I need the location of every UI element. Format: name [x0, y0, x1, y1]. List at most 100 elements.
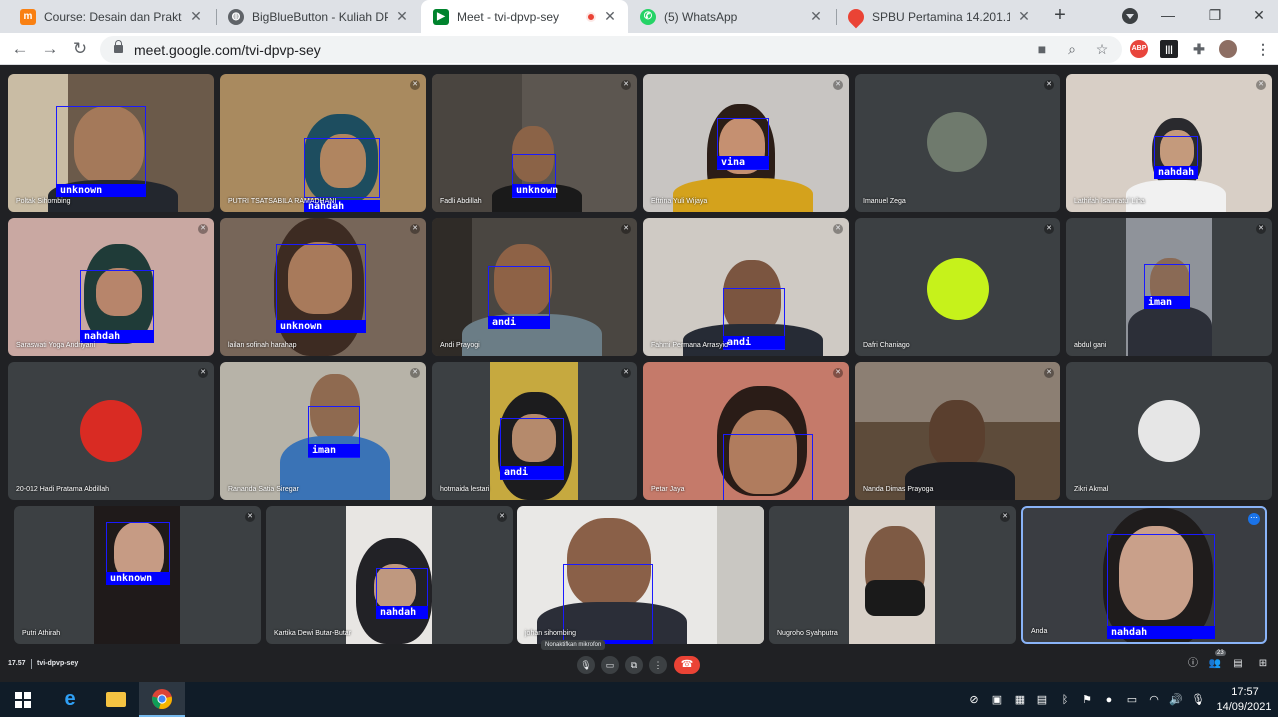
people-icon[interactable]: 👥: [1208, 657, 1222, 671]
tab-bigbluebutton[interactable]: ◍ BigBlueButton - Kuliah DPSO ✕: [216, 0, 420, 33]
body: [673, 178, 813, 212]
reload-icon[interactable]: ↻: [68, 37, 92, 61]
participant-tile[interactable]: nahdah Lathifah Isamratul Liha ✕: [1066, 74, 1272, 212]
participant-tile[interactable]: nahdah Saraswati Yoga Andriyani ✕: [8, 218, 214, 356]
mic-muted-icon: ✕: [410, 80, 420, 90]
url-text[interactable]: meet.google.com/tvi-dpvp-sey: [134, 42, 321, 58]
activities-icon[interactable]: ⊞: [1256, 657, 1270, 671]
tab-whatsapp[interactable]: ✆ (5) WhatsApp ✕: [628, 0, 834, 33]
mic-muted-icon: ✕: [1044, 368, 1054, 378]
participant-name: Anda: [1031, 628, 1048, 635]
zoom-icon[interactable]: ⌕: [1064, 41, 1080, 57]
participant-tile[interactable]: iman Petar Jaya ✕: [643, 362, 849, 500]
audio-extension-icon[interactable]: |||: [1160, 40, 1178, 58]
participant-tile[interactable]: Nugroho Syahputra ✕: [769, 506, 1016, 644]
meeting-info-icon[interactable]: ⓘ: [1186, 657, 1200, 671]
participant-tile[interactable]: andi johan sihombing: [517, 506, 764, 644]
microphone-icon[interactable]: 🎙: [577, 656, 595, 674]
face-detection-box: [563, 564, 653, 644]
close-tab-icon[interactable]: ✕: [188, 8, 204, 25]
camera-toggle-icon[interactable]: ▭: [601, 656, 619, 674]
meeting-time: 17.57: [8, 660, 26, 667]
back-icon[interactable]: ←: [8, 37, 32, 61]
volume-icon[interactable]: 🔊: [1168, 692, 1184, 708]
participant-tile[interactable]: unknown Poltak Sihombing: [8, 74, 214, 212]
participant-tile[interactable]: unknown lailan sofinah harahap ✕: [220, 218, 426, 356]
microphone-tray-icon[interactable]: 🎙: [1190, 692, 1206, 708]
battery-icon[interactable]: ▭: [1124, 692, 1140, 708]
tab-maps[interactable]: SPBU Pertamina 14.201.109 k ✕: [836, 0, 1042, 33]
moodle-icon: m: [20, 8, 36, 25]
more-options-icon[interactable]: ⋮: [649, 656, 667, 674]
present-screen-icon[interactable]: ⧉: [625, 656, 643, 674]
maximize-button[interactable]: ❐: [1203, 4, 1227, 26]
participant-tile[interactable]: iman abdul gani ✕: [1066, 218, 1272, 356]
more-options-icon[interactable]: ⋯: [1248, 513, 1260, 525]
close-window-button[interactable]: ✕: [1247, 4, 1271, 26]
participant-tile[interactable]: andi Fahmi Permana Arrasyid ✕: [643, 218, 849, 356]
mic-muted-icon: ✕: [621, 368, 631, 378]
participant-tile[interactable]: Nanda Dimas Prayoga ✕: [855, 362, 1060, 500]
end-call-button[interactable]: ☎: [674, 656, 700, 674]
minimize-button[interactable]: —: [1156, 4, 1180, 26]
tab-course[interactable]: m Course: Desain dan Praktik Si ✕: [8, 0, 214, 33]
clock-time[interactable]: 17:57: [1222, 686, 1268, 698]
participant-tile[interactable]: andi Andi Prayogi ✕: [432, 218, 637, 356]
bookmark-star-icon[interactable]: ☆: [1094, 41, 1110, 57]
new-tab-button[interactable]: +: [1048, 4, 1072, 28]
file-explorer-app[interactable]: [93, 682, 139, 717]
participant-name: Petar Jaya: [651, 486, 685, 493]
self-tile[interactable]: nahdah Anda ⋯: [1021, 506, 1267, 644]
recording-tray-icon[interactable]: ●: [1101, 692, 1117, 708]
bluetooth-icon[interactable]: ᛒ: [1057, 692, 1073, 708]
adblock-plus-icon[interactable]: ABP: [1130, 40, 1148, 58]
participant-name: Saraswati Yoga Andriyani: [16, 342, 95, 349]
tray-app-icon[interactable]: ▦: [1012, 692, 1028, 708]
participant-tile[interactable]: iman Rananda Satia Siregar ✕: [220, 362, 426, 500]
google-meet-icon: ▶: [433, 8, 449, 25]
chat-icon[interactable]: ▤: [1231, 657, 1245, 671]
participant-tile[interactable]: unknown Fadli Abdillah ✕: [432, 74, 637, 212]
participant-tile[interactable]: vina Eftrina Yuli Wijaya ✕: [643, 74, 849, 212]
tab-meet[interactable]: ▶ Meet - tvi-dpvp-sey ✕: [421, 0, 628, 33]
forward-icon[interactable]: →: [38, 37, 62, 61]
face-detection-label: andi: [500, 466, 564, 479]
participant-name: Andi Prayogi: [440, 342, 480, 349]
clock-date[interactable]: 14/09/2021: [1214, 701, 1274, 713]
browser-menu-icon[interactable]: ⋮: [1254, 40, 1272, 58]
participant-name: Fahmi Permana Arrasyid: [651, 342, 729, 349]
participant-tile[interactable]: nahdah Kartika Dewi Butar-Butar ✕: [266, 506, 513, 644]
close-tab-icon[interactable]: ✕: [808, 8, 824, 25]
network-disabled-icon[interactable]: ⊘: [966, 692, 982, 708]
close-tab-icon[interactable]: ✕: [1016, 8, 1032, 25]
mic-muted-icon: ✕: [621, 224, 631, 234]
participant-tile[interactable]: 20-012 Hadi Pratama Abdillah ✕: [8, 362, 214, 500]
wifi-icon[interactable]: ◠: [1146, 692, 1162, 708]
tray-app-icon[interactable]: ▤: [1034, 692, 1050, 708]
meet-video-grid: unknown Poltak Sihombing nahdah PUTRI TS…: [0, 66, 1278, 682]
participant-tile[interactable]: nahdah PUTRI TSATSABILA RAMADHANI ✕: [220, 74, 426, 212]
security-icon[interactable]: ⚑: [1079, 692, 1095, 708]
participant-tile[interactable]: unknown Putri Athirah ✕: [14, 506, 261, 644]
extensions-puzzle-icon[interactable]: ✚: [1190, 40, 1208, 58]
face-detection-box: [80, 270, 154, 336]
chrome-app[interactable]: [139, 682, 185, 717]
tab-search-icon[interactable]: [1122, 8, 1138, 24]
participant-tile[interactable]: Imanuel Zega ✕: [855, 74, 1060, 212]
participant-tile[interactable]: Dafri Chaniago ✕: [855, 218, 1060, 356]
profile-avatar[interactable]: [1219, 40, 1237, 58]
edge-app[interactable]: e: [47, 682, 93, 717]
nvidia-icon[interactable]: ▣: [989, 692, 1005, 708]
address-bar[interactable]: meet.google.com/tvi-dpvp-sey ■ ⌕ ☆: [100, 36, 1122, 63]
participant-tile[interactable]: Zikri Akmal: [1066, 362, 1272, 500]
close-tab-icon[interactable]: ✕: [602, 8, 618, 25]
mic-muted-icon: ✕: [833, 224, 843, 234]
participant-name: hotmaida lestari: [440, 486, 490, 493]
camera-icon[interactable]: ■: [1034, 41, 1050, 57]
participant-name: johan sihombing: [525, 630, 576, 637]
close-tab-icon[interactable]: ✕: [394, 8, 410, 25]
participant-name: PUTRI TSATSABILA RAMADHANI: [228, 198, 337, 205]
windows-start-button[interactable]: [0, 682, 46, 717]
face-mask: [865, 580, 925, 616]
participant-tile[interactable]: andi hotmaida lestari ✕: [432, 362, 637, 500]
